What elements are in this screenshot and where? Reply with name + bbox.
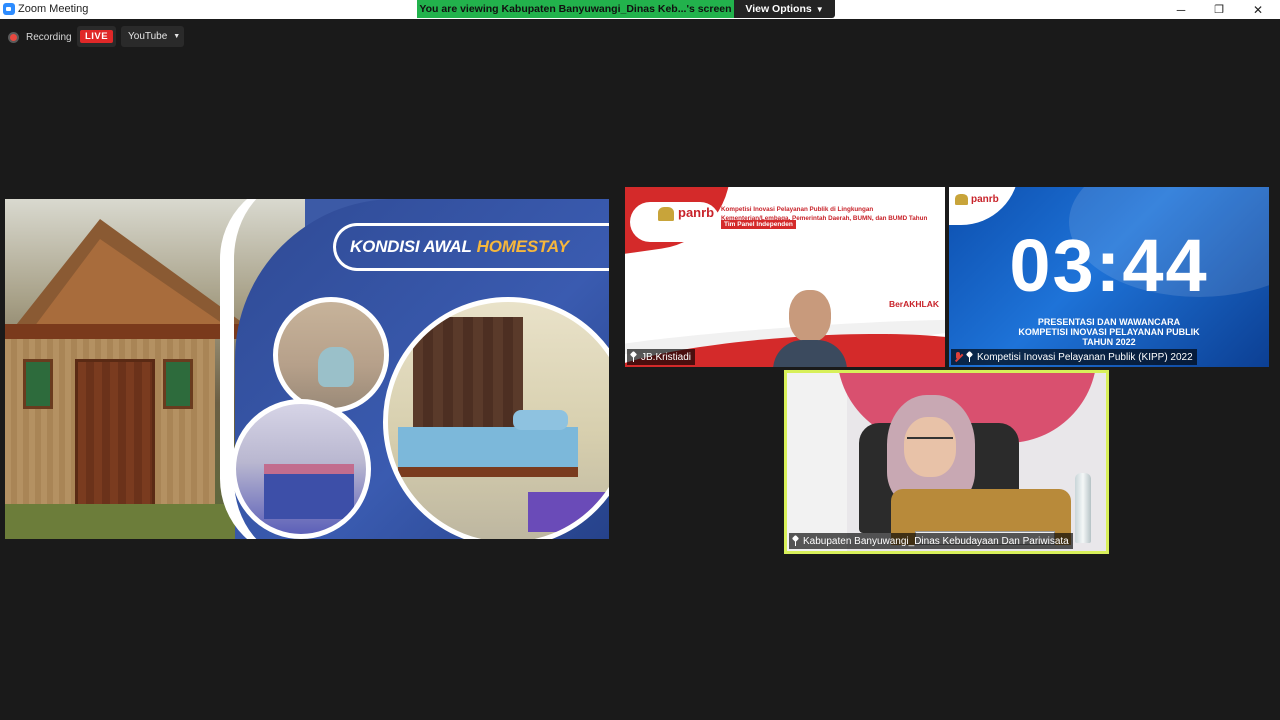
slide-title: KONDISI AWAL HOMESTAY [333,223,609,271]
view-options-button[interactable]: View Options ▼ [734,0,835,18]
video-tile-kipp[interactable]: panrb 03:44 PRESENTASI DAN WAWANCARA KOM… [949,187,1269,367]
bed-image [528,492,609,532]
pillow-image [513,410,568,430]
view-options-label: View Options [745,3,812,15]
mic-muted-icon [954,351,962,363]
pin-icon [792,536,799,546]
berakhlak-logo: BerAKHLAK [888,299,939,309]
glasses-image [907,437,953,447]
participant-name-label: JB.Kristiadi [627,349,696,365]
live-label: LIVE [79,30,114,43]
slide-title-highlight: HOMESTAY [476,237,569,256]
countdown-timer: 03:44 [1009,224,1209,307]
share-banner: You are viewing Kabupaten Banyuwangi_Din… [417,0,734,18]
bedroom-photo-small [231,399,371,539]
participant-name: Kompetisi Inovasi Pelayanan Publik (KIPP… [977,351,1193,363]
zoom-app-icon [3,3,15,15]
water-bottle-image [1075,473,1091,543]
slide-title-prefix: KONDISI AWAL [350,237,472,256]
timer-caption-line: TAHUN 2022 [1082,336,1136,347]
house-door-image [75,359,155,509]
slide-logo-bg [949,187,1019,225]
pin-icon [966,352,973,362]
garuda-emblem-icon [658,206,674,221]
window-title: Zoom Meeting [18,3,89,15]
participant-face [904,417,956,477]
pin-icon [630,352,637,362]
panrb-logo: panrb [955,194,999,205]
garuda-emblem-icon [955,194,968,205]
share-banner-text: You are viewing Kabupaten Banyuwangi_Din… [419,3,732,15]
close-button[interactable]: ✕ [1239,0,1277,19]
stream-target-label: YouTube [128,31,168,42]
chevron-down-icon: ▼ [815,4,824,14]
participant-name-label: Kompetisi Inovasi Pelayanan Publik (KIPP… [951,349,1197,365]
panrb-logo: panrb [658,205,714,221]
shared-screen[interactable]: KONDISI AWAL HOMESTAY [5,199,609,539]
participant-name: Kabupaten Banyuwangi_Dinas Kebudayaan Da… [803,535,1069,547]
caret-down-icon: ▼ [173,33,181,40]
live-badge[interactable]: LIVE [77,26,116,47]
panrb-logo-text: panrb [678,205,715,220]
house-window-image [163,359,193,409]
background-wall [787,373,847,551]
timer-caption: PRESENTASI DAN WAWANCARA KOMPETISI INOVA… [949,317,1269,348]
participant-name: JB.Kristiadi [641,351,692,363]
bed-image [264,464,354,519]
bathroom-photo [273,297,389,413]
record-dot-icon [8,31,19,43]
recording-label: Recording [26,31,72,43]
slide-tag: Tim Panel Independen [721,220,796,229]
participant-body [773,340,847,367]
panrb-logo-text: panrb [971,194,999,206]
participant-name-label: Kabupaten Banyuwangi_Dinas Kebudayaan Da… [789,533,1073,549]
stream-target-dropdown[interactable]: YouTube ▼ [121,26,184,47]
toilet-image [318,347,354,387]
curtain-image [413,317,523,437]
bed-image [398,427,578,477]
house-window-image [23,359,53,409]
recording-indicator[interactable]: Recording [8,27,80,47]
minimize-button[interactable]: ─ [1162,0,1200,19]
bedroom-photo-large [383,297,609,539]
video-tile-jb-kristiadi[interactable]: panrb Kompetisi Inovasi Pelayanan Publik… [625,187,945,367]
restore-button[interactable]: ❐ [1200,0,1238,19]
participant-head [789,290,831,342]
video-tile-kabupaten-banyuwangi[interactable]: Kabupaten Banyuwangi_Dinas Kebudayaan Da… [784,370,1109,554]
participant-video [773,290,847,367]
